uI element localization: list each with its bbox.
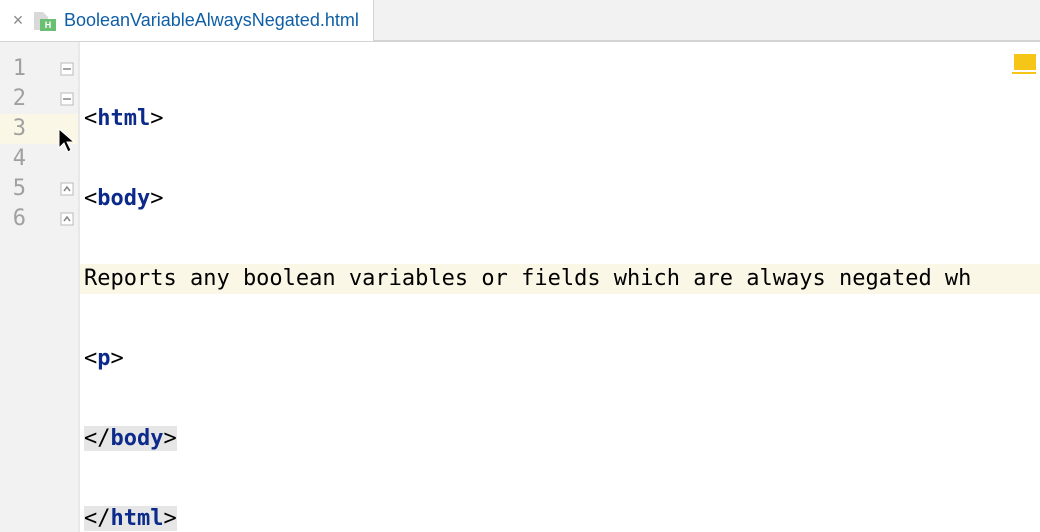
fold-collapse-icon[interactable]: [60, 62, 74, 76]
code-line[interactable]: </html>: [80, 504, 1040, 532]
code-line[interactable]: <html>: [80, 104, 1040, 134]
line-number-gutter[interactable]: 1 2 3 4 5 6: [0, 42, 38, 532]
tab-title: BooleanVariableAlwaysNegated.html: [64, 10, 359, 31]
code-line[interactable]: <p>: [80, 344, 1040, 374]
tab-bar: × H BooleanVariableAlwaysNegated.html: [0, 0, 1040, 42]
line-number[interactable]: 4: [0, 144, 38, 174]
line-number[interactable]: 2: [0, 84, 38, 114]
code-line[interactable]: Reports any boolean variables or fields …: [80, 264, 1040, 294]
warning-underline: [1012, 72, 1036, 74]
fold-end-icon[interactable]: [60, 182, 74, 196]
editor[interactable]: 1 2 3 4 5 6 <html>: [0, 42, 1040, 532]
line-number[interactable]: 6: [0, 204, 38, 234]
fold-end-icon[interactable]: [60, 212, 74, 226]
editor-tab[interactable]: × H BooleanVariableAlwaysNegated.html: [0, 0, 374, 41]
code-line[interactable]: </body>: [80, 424, 1040, 454]
scrollbar[interactable]: [1026, 84, 1040, 532]
code-area[interactable]: <html> <body> Reports any boolean variab…: [80, 42, 1040, 532]
fold-gutter: [38, 42, 78, 532]
line-number[interactable]: 5: [0, 174, 38, 204]
line-number[interactable]: 1: [0, 54, 38, 84]
code-line[interactable]: <body>: [80, 184, 1040, 214]
line-number[interactable]: 3: [0, 114, 38, 144]
html-file-icon: H: [34, 12, 56, 30]
warning-marker-icon[interactable]: [1014, 54, 1036, 70]
tab-bar-empty: [374, 0, 1040, 41]
close-tab-icon[interactable]: ×: [10, 13, 26, 29]
fold-collapse-icon[interactable]: [60, 92, 74, 106]
